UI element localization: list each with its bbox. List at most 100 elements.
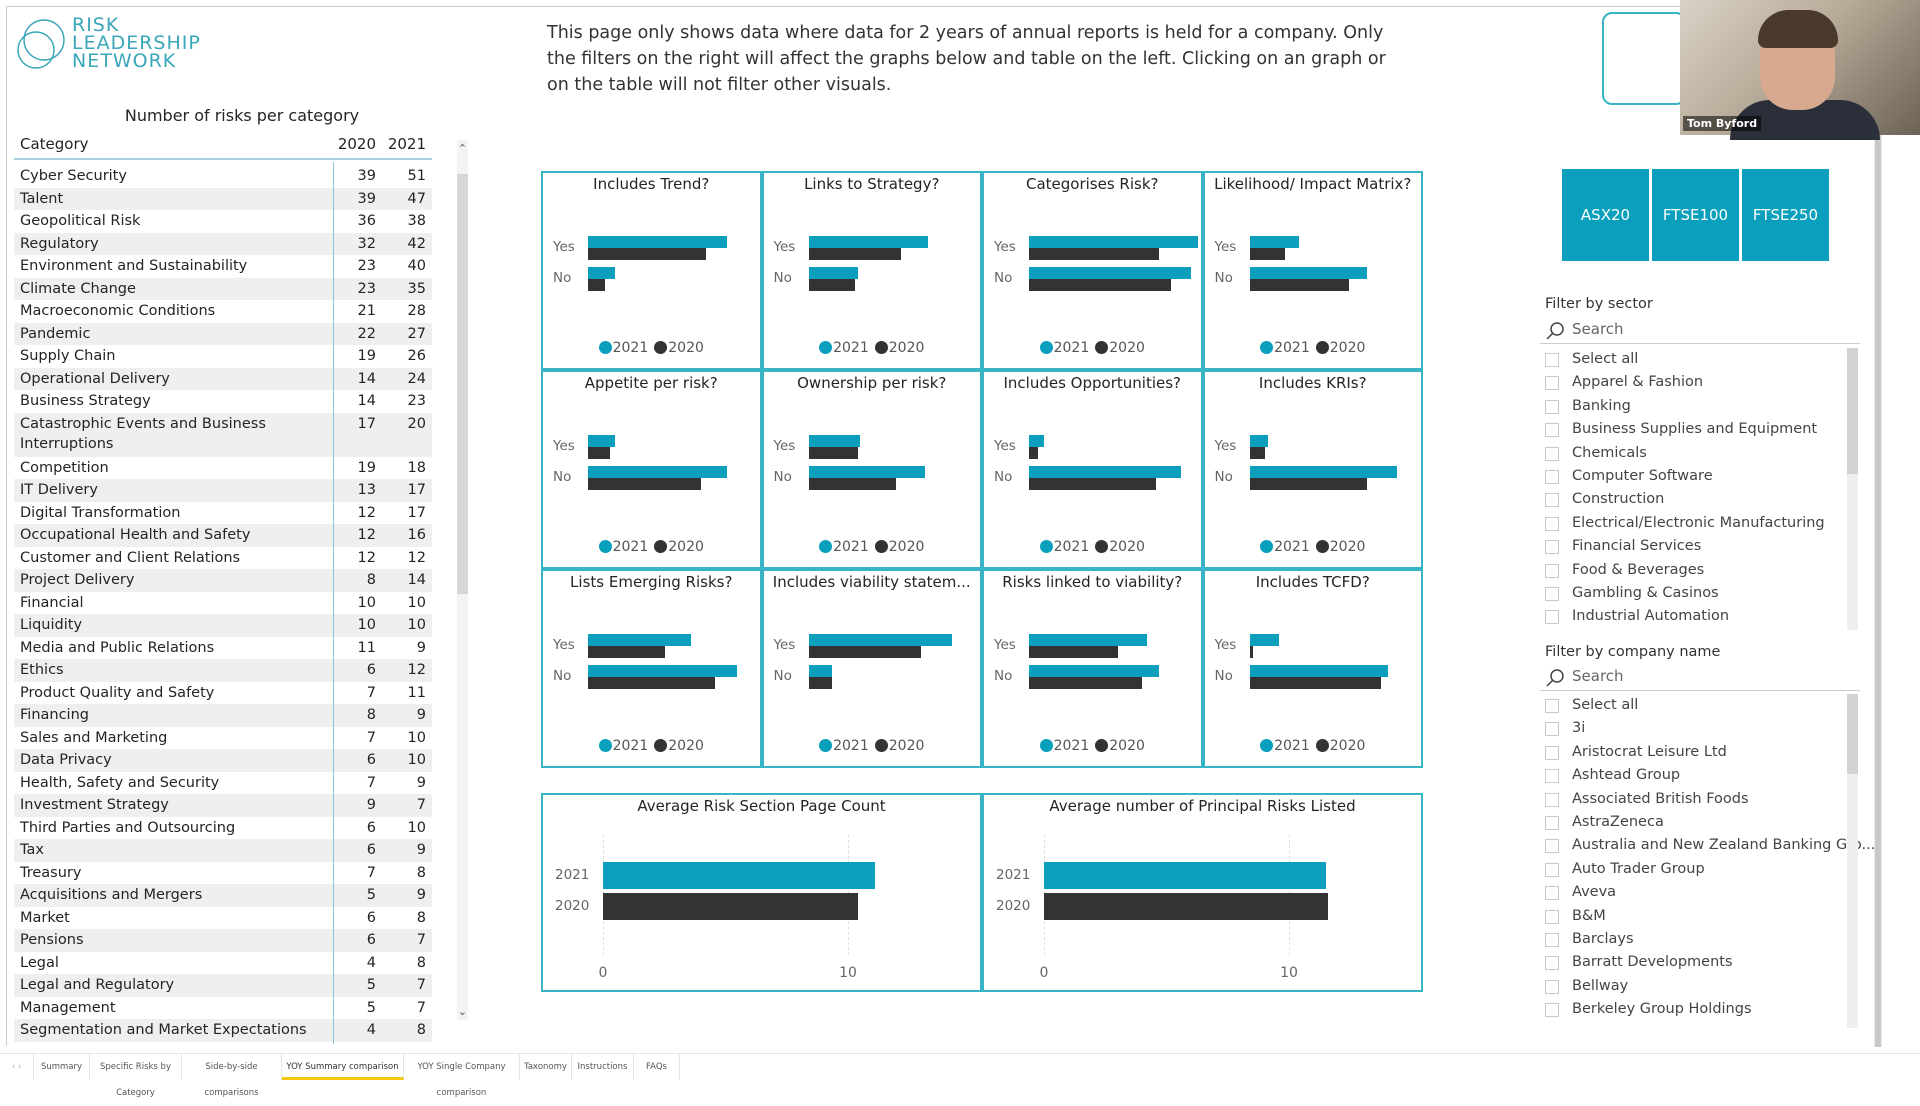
tab-yoy-single-company-comparison[interactable]: YOY Single Company comparison xyxy=(404,1054,520,1098)
checkbox[interactable] xyxy=(1545,469,1559,484)
table-row[interactable]: Geopolitical Risk 36 38 xyxy=(14,210,432,233)
scroll-up-icon[interactable]: ⌃ xyxy=(457,142,468,155)
chart-panel[interactable]: Appetite per risk? Yes No 2021 2020 xyxy=(541,370,762,569)
bar-2021-no[interactable] xyxy=(588,267,616,279)
checkbox[interactable] xyxy=(1545,610,1559,625)
table-row[interactable]: Climate Change 23 35 xyxy=(14,277,432,300)
table-row[interactable]: Pandemic 22 27 xyxy=(14,322,432,345)
bar-2021-no[interactable] xyxy=(1029,466,1182,478)
scrollbar-thumb[interactable] xyxy=(1847,694,1858,774)
page-scrollbar[interactable] xyxy=(1874,135,1882,1047)
checkbox[interactable] xyxy=(1545,423,1559,438)
table-row[interactable]: Product Quality and Safety 7 11 xyxy=(14,682,432,705)
column-header-category[interactable]: Category xyxy=(20,135,89,153)
checkbox[interactable] xyxy=(1545,493,1559,508)
table-row[interactable]: Competition 19 18 xyxy=(14,457,432,480)
bar-2021-yes[interactable] xyxy=(808,634,953,646)
checkbox[interactable] xyxy=(1545,586,1559,601)
bar-2020-yes[interactable] xyxy=(1029,447,1038,459)
tab-summary[interactable]: Summary xyxy=(34,1054,90,1080)
checkbox[interactable] xyxy=(1545,722,1559,737)
tab-instructions[interactable]: Instructions xyxy=(572,1054,634,1080)
bar-2020-yes[interactable] xyxy=(1249,447,1265,459)
table-row[interactable]: Cyber Security 39 51 xyxy=(14,165,432,188)
bar-2021-yes[interactable] xyxy=(1029,435,1045,447)
filter-option[interactable]: Australia and New Zealand Banking Gro... xyxy=(1537,834,1875,857)
filter-option[interactable]: Aristocrat Leisure Ltd xyxy=(1537,741,1857,764)
bar-2020-no[interactable] xyxy=(1029,478,1156,490)
bar-2021-no[interactable] xyxy=(1029,665,1159,677)
checkbox[interactable] xyxy=(1545,909,1559,924)
company-search-input[interactable]: Search xyxy=(1540,665,1860,691)
checkbox[interactable] xyxy=(1545,516,1559,531)
table-row[interactable]: Third Parties and Outsourcing 6 10 xyxy=(14,817,432,840)
checkbox[interactable] xyxy=(1545,839,1559,854)
scroll-down-icon[interactable]: ⌄ xyxy=(457,1005,468,1018)
table-row[interactable]: Regulatory 32 42 xyxy=(14,232,432,255)
table-row[interactable]: Financing 8 9 xyxy=(14,704,432,727)
scrollbar-thumb[interactable] xyxy=(1847,348,1858,474)
bar-2021-no[interactable] xyxy=(1249,665,1388,677)
bar-2021-yes[interactable] xyxy=(1029,236,1199,248)
table-row[interactable]: Digital Transformation 12 17 xyxy=(14,502,432,525)
bar-2020-yes[interactable] xyxy=(1029,248,1159,260)
table-row[interactable]: Ethics 6 12 xyxy=(14,659,432,682)
filter-option[interactable]: Berkeley Group Holdings xyxy=(1537,998,1857,1021)
checkbox[interactable] xyxy=(1545,886,1559,901)
bar-2020-no[interactable] xyxy=(808,279,855,291)
bar-2020-no[interactable] xyxy=(808,478,896,490)
bar-2020-yes[interactable] xyxy=(588,248,706,260)
bar-2021-yes[interactable] xyxy=(1249,435,1269,447)
bar-2021-yes[interactable] xyxy=(588,236,727,248)
filter-option[interactable]: Business Supplies and Equipment xyxy=(1537,418,1857,441)
table-row[interactable]: Segmentation and Market Expectations 4 8 xyxy=(14,1019,432,1042)
checkbox[interactable] xyxy=(1545,446,1559,461)
bar-2020-yes[interactable] xyxy=(808,646,922,658)
bar-2020-yes[interactable] xyxy=(808,248,901,260)
bar-2021-no[interactable] xyxy=(588,466,727,478)
filter-option[interactable]: Ashtead Group xyxy=(1537,764,1857,787)
bar-2021-no[interactable] xyxy=(808,267,859,279)
table-row[interactable]: Acquisitions and Mergers 5 9 xyxy=(14,884,432,907)
table-row[interactable]: Investment Strategy 9 7 xyxy=(14,794,432,817)
table-row[interactable]: Treasury 7 8 xyxy=(14,862,432,885)
bar-2021-no[interactable] xyxy=(1249,267,1368,279)
tab-yoy-summary-comparison[interactable]: YOY Summary comparison xyxy=(282,1054,404,1080)
column-header-2020[interactable]: 2020 xyxy=(338,135,376,153)
tab-taxonomy[interactable]: Taxonomy xyxy=(520,1054,572,1080)
chart-panel[interactable]: Lists Emerging Risks? Yes No 2021 2020 xyxy=(541,569,762,768)
filter-option[interactable]: Construction xyxy=(1537,488,1857,511)
bar-2021-yes[interactable] xyxy=(808,236,929,248)
table-row[interactable]: Media and Public Relations 11 9 xyxy=(14,637,432,660)
bar-2020-no[interactable] xyxy=(1249,279,1349,291)
sector-search-input[interactable]: Search xyxy=(1540,318,1860,344)
filter-option[interactable]: Computer Software xyxy=(1537,465,1857,488)
checkbox[interactable] xyxy=(1545,769,1559,784)
ftse100-button[interactable]: FTSE100 xyxy=(1652,169,1739,261)
bar-2021-no[interactable] xyxy=(808,466,925,478)
bar-2021[interactable] xyxy=(603,862,875,889)
chart-panel[interactable]: Links to Strategy? Yes No 2021 2020 xyxy=(761,171,982,370)
bar-2020-yes[interactable] xyxy=(808,447,859,459)
bar-2020-no[interactable] xyxy=(808,677,833,689)
filter-option[interactable]: Financial Services xyxy=(1537,535,1857,558)
bar-2020-no[interactable] xyxy=(588,478,701,490)
chart-panel[interactable]: Includes Opportunities? Yes No 2021 2020 xyxy=(982,370,1203,569)
filter-option[interactable]: Food & Beverages xyxy=(1537,559,1857,582)
bar-2020-no[interactable] xyxy=(1249,677,1382,689)
table-row[interactable]: Project Delivery 8 14 xyxy=(14,569,432,592)
tab-faqs[interactable]: FAQs xyxy=(634,1054,680,1080)
table-row[interactable]: Business Strategy 14 23 xyxy=(14,390,432,413)
checkbox[interactable] xyxy=(1545,376,1559,391)
table-row[interactable]: Liquidity 10 10 xyxy=(14,614,432,637)
bar-2020-yes[interactable] xyxy=(588,646,665,658)
tab-specific-risks-by-category[interactable]: Specific Risks by Category xyxy=(90,1054,182,1098)
filter-option[interactable]: Barratt Developments xyxy=(1537,951,1857,974)
tab-side-by-side-comparisons[interactable]: Side-by-side comparisons xyxy=(182,1054,282,1098)
checkbox[interactable] xyxy=(1545,699,1559,713)
bar-2020-no[interactable] xyxy=(1029,279,1171,291)
filter-option[interactable]: Select all xyxy=(1537,694,1857,717)
bar-2021-yes[interactable] xyxy=(1249,236,1300,248)
table-row[interactable]: Market 6 8 xyxy=(14,907,432,930)
table-row[interactable]: Tax 6 9 xyxy=(14,839,432,862)
